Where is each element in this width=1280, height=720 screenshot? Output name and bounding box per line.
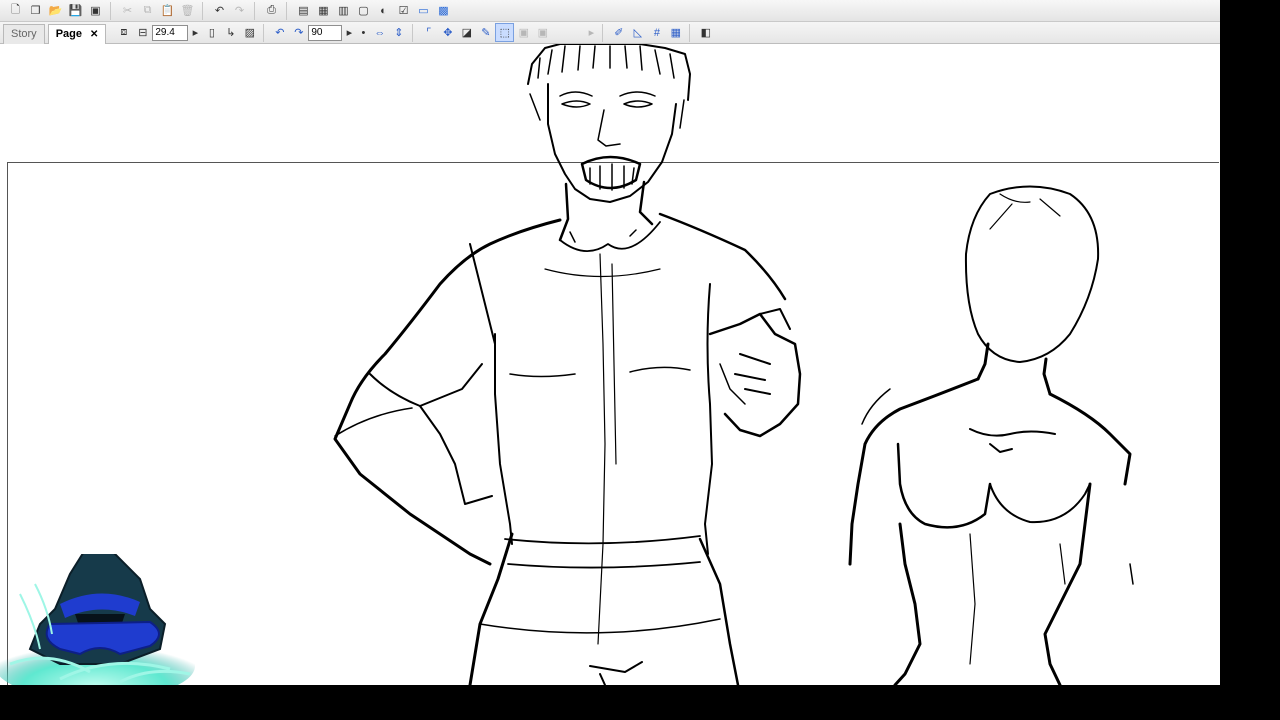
dot-icon[interactable]: •: [356, 23, 370, 42]
toolbar-separator: [602, 23, 609, 42]
link-frame-icon[interactable]: ↳: [221, 23, 240, 42]
toolbar-separator: [412, 23, 419, 42]
tab-page-label: Page: [55, 28, 82, 40]
perspective-grid-icon[interactable]: ▦: [666, 23, 685, 42]
redo-icon[interactable]: ↷: [230, 1, 249, 20]
toolbar-separator: [689, 23, 696, 42]
new-frame-icon[interactable]: ▯: [202, 23, 221, 42]
print-icon[interactable]: ⎙: [262, 1, 281, 20]
flip-horizontal-icon[interactable]: ⇔: [370, 23, 389, 42]
flip-vertical-icon[interactable]: ⇕: [389, 23, 408, 42]
expand-icon[interactable]: ✥: [438, 23, 457, 42]
layer-up-icon[interactable]: ▣: [514, 23, 533, 42]
page-layout-icon[interactable]: ▤: [294, 1, 313, 20]
color-palette-icon[interactable]: ▩: [434, 1, 453, 20]
image-icon[interactable]: ◪: [457, 23, 476, 42]
selection-icon[interactable]: ⬚: [495, 23, 515, 42]
zoom-input[interactable]: 29.4: [152, 24, 189, 41]
toggle-layer-icon[interactable]: ◐: [374, 1, 393, 20]
check-icon[interactable]: ☑: [394, 1, 413, 20]
close-tab-icon[interactable]: ✕: [90, 29, 98, 40]
screen-margin: [1220, 0, 1280, 720]
rotate-right-icon[interactable]: ↷: [289, 23, 308, 42]
drawing-canvas[interactable]: [0, 44, 1220, 685]
panel-toggle-icon[interactable]: ◧: [696, 23, 715, 42]
play-icon[interactable]: ▸: [584, 23, 598, 42]
grid-snap-icon[interactable]: #: [647, 23, 666, 42]
rotation-input[interactable]: 90: [308, 24, 343, 41]
female-figure-sketch: [848, 185, 1134, 685]
main-toolbar: 🗋 ❐ 📂 💾 ▣ ✂ ⧉ 📋 🗑 ↶ ↷ ⎙ ▤ ▦ ▥ ▢ ◐ ☑ ▭ ▩: [0, 0, 1220, 22]
tab-page[interactable]: Page ✕: [47, 23, 107, 44]
crop-icon[interactable]: ⌜: [419, 23, 438, 42]
edit-icon[interactable]: ✎: [476, 23, 495, 42]
ruler-icon[interactable]: ◺: [628, 23, 647, 42]
delete-icon[interactable]: 🗑: [178, 1, 197, 20]
page-columns-icon[interactable]: ▥: [334, 1, 353, 20]
male-figure-sketch: [333, 44, 802, 685]
new-document-icon[interactable]: 🗋: [6, 1, 25, 20]
layer-down-icon[interactable]: ▣: [533, 23, 552, 42]
fit-page-icon[interactable]: ⧈: [114, 23, 133, 42]
zoom-page-icon[interactable]: ⊟: [133, 23, 152, 42]
play-icon[interactable]: ▸: [342, 23, 356, 42]
cut-icon[interactable]: ✂: [118, 1, 137, 20]
tab-story-label: Story: [11, 28, 37, 40]
copy-icon[interactable]: ⧉: [138, 1, 157, 20]
save-all-icon[interactable]: ▣: [86, 1, 105, 20]
pen-tool-icon[interactable]: ✐: [609, 23, 628, 42]
toolbar-separator: [110, 1, 117, 20]
paste-icon[interactable]: 📋: [158, 1, 177, 20]
toolbar-separator: [286, 1, 293, 20]
tab-story[interactable]: Story: [3, 23, 45, 44]
window-icon[interactable]: ▭: [414, 1, 433, 20]
open-icon[interactable]: 📂: [46, 1, 65, 20]
page-frame-icon[interactable]: ▢: [354, 1, 373, 20]
page-grid-icon[interactable]: ▦: [314, 1, 333, 20]
page-toolbar: Story Page ✕ ⧈ ⊟ 29.4 ▸ ▯ ↳ ▨ ↶ ↷ 90 ▸ •…: [0, 22, 1220, 44]
streamer-avatar-icon: [0, 554, 195, 685]
play-icon[interactable]: ▸: [188, 23, 202, 42]
undo-icon[interactable]: ↶: [210, 1, 229, 20]
frame-style-icon[interactable]: ▨: [240, 23, 259, 42]
save-icon[interactable]: 💾: [66, 1, 85, 20]
rotate-left-icon[interactable]: ↶: [270, 23, 289, 42]
new-page-icon[interactable]: ❐: [26, 1, 45, 20]
toolbar-separator: [202, 1, 209, 20]
toolbar-separator: [263, 23, 270, 42]
application-window: 🗋 ❐ 📂 💾 ▣ ✂ ⧉ 📋 🗑 ↶ ↷ ⎙ ▤ ▦ ▥ ▢ ◐ ☑ ▭ ▩ …: [0, 0, 1220, 685]
toolbar-separator: [254, 1, 261, 20]
